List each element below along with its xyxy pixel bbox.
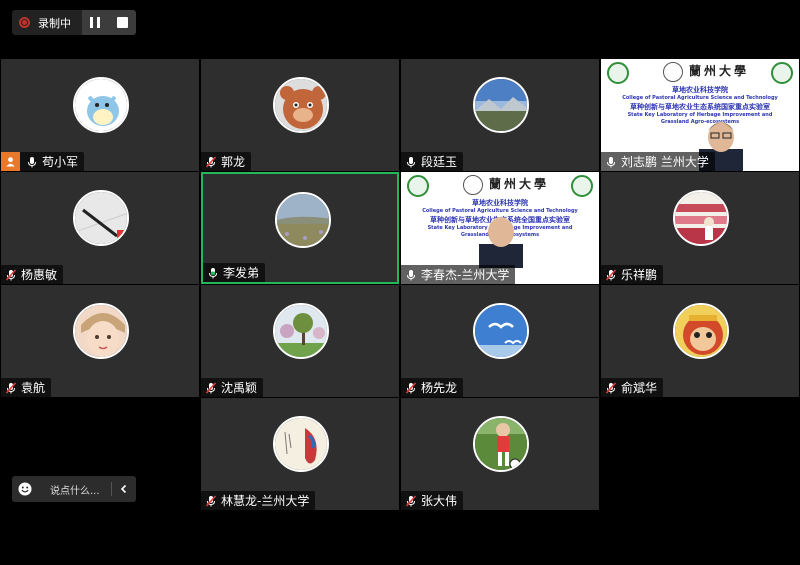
- pause-icon[interactable]: [90, 17, 101, 28]
- participant-name-tag: 张大伟: [401, 491, 464, 510]
- participant-name-tag: 段廷玉: [401, 152, 464, 171]
- participant-name-tag: 俞斌华: [601, 378, 664, 397]
- participant-name: 苟小军: [42, 155, 79, 169]
- participant-name: 俞斌华: [621, 381, 658, 395]
- emoji-icon[interactable]: [12, 482, 38, 496]
- mic-icon: [605, 156, 617, 168]
- avatar: [273, 416, 329, 472]
- mic-icon: [207, 267, 219, 279]
- participant-tile[interactable]: 沈禹颖: [201, 285, 399, 397]
- participant-name: 张大伟: [421, 494, 458, 508]
- university-seal-icon: [463, 175, 483, 195]
- record-icon: [19, 17, 30, 28]
- participant-name-tag: 袁航: [1, 378, 52, 397]
- recording-status: 录制中: [12, 10, 82, 35]
- college-cn: 草地农业科技学院: [672, 86, 728, 94]
- mic-icon: [26, 156, 38, 168]
- college-logo-icon: [407, 175, 429, 197]
- participant-name-tag: 杨惠敏: [1, 265, 64, 284]
- participant-name: 袁航: [21, 381, 46, 395]
- participant-tile[interactable]: 苟小军: [1, 59, 199, 171]
- mic-muted-icon: [605, 268, 617, 281]
- mic-icon: [405, 269, 417, 281]
- chat-input[interactable]: 说点什么...: [38, 482, 111, 497]
- participant-tile[interactable]: 张大伟: [401, 398, 599, 510]
- avatar: [473, 77, 529, 133]
- college-logo-icon: [607, 62, 629, 84]
- mic-muted-icon: [605, 381, 617, 394]
- recording-label: 录制中: [38, 16, 71, 30]
- avatar: [73, 77, 129, 133]
- participant-tile[interactable]: 杨惠敏: [1, 172, 199, 284]
- participant-name: 杨惠敏: [21, 268, 58, 282]
- participant-name-tag: 苟小军: [1, 152, 85, 171]
- participant-tile[interactable]: 俞斌华: [601, 285, 799, 397]
- participant-tile[interactable]: 郭龙: [201, 59, 399, 171]
- mic-icon: [405, 156, 417, 168]
- participant-tile[interactable]: 林慧龙-兰州大学: [201, 398, 399, 510]
- college-en: College of Pastoral Agriculture Science …: [622, 95, 778, 101]
- video-grid: 苟小军 郭龙 段廷玉 蘭州大學 草地农业科技学院 College of Past…: [0, 59, 800, 511]
- university-seal-icon: [663, 62, 683, 82]
- participant-name: 李春杰-兰州大学: [421, 268, 510, 282]
- participant-name: 郭龙: [221, 155, 246, 169]
- mic-muted-icon: [205, 155, 217, 168]
- mic-muted-icon: [205, 494, 217, 507]
- participant-tile[interactable]: 蘭州大學 草地农业科技学院 College of Pastoral Agricu…: [401, 172, 599, 284]
- participant-name: 李发弟: [223, 266, 260, 280]
- participant-name: 沈禹颖: [221, 381, 258, 395]
- mic-muted-icon: [5, 268, 17, 281]
- recording-controls: [82, 10, 136, 35]
- participant-name-tag: 郭龙: [201, 152, 252, 171]
- avatar: [673, 190, 729, 246]
- participant-name: 乐祥鹏: [621, 268, 658, 282]
- mic-muted-icon: [405, 494, 417, 507]
- mic-muted-icon: [205, 381, 217, 394]
- participant-name-tag: 杨先龙: [401, 378, 464, 397]
- lab-cn: 草种创新与草地农业生态系统国家重点实验室: [630, 103, 770, 111]
- participant-name-tag: 乐祥鹏: [601, 265, 664, 284]
- mic-muted-icon: [405, 381, 417, 394]
- lab-logo-icon: [771, 62, 793, 84]
- participant-name-tag: 林慧龙-兰州大学: [201, 491, 316, 510]
- avatar: [275, 192, 331, 248]
- participant-tile[interactable]: 蘭州大學 草地农业科技学院 College of Pastoral Agricu…: [601, 59, 799, 171]
- participant-tile[interactable]: 李发弟: [201, 172, 399, 284]
- avatar: [73, 190, 129, 246]
- participant-name-tag: 李春杰-兰州大学: [401, 265, 516, 284]
- avatar: [273, 303, 329, 359]
- chat-bar[interactable]: 说点什么...: [12, 476, 136, 502]
- avatar: [473, 416, 529, 472]
- stop-icon[interactable]: [116, 17, 128, 28]
- college-cn: 草地农业科技学院: [472, 199, 528, 207]
- participant-name-tag: 李发弟: [203, 263, 266, 282]
- participant-name: 段廷玉: [421, 155, 458, 169]
- avatar: [673, 303, 729, 359]
- host-icon: [1, 152, 20, 171]
- participant-name: 杨先龙: [421, 381, 458, 395]
- mic-muted-icon: [5, 381, 17, 394]
- chevron-left-icon[interactable]: [112, 484, 136, 494]
- participant-name-tag: 刘志鹏 兰州大学: [601, 152, 715, 171]
- lab-logo-icon: [571, 175, 593, 197]
- presenter-video: [479, 217, 523, 268]
- participant-tile[interactable]: 段廷玉: [401, 59, 599, 171]
- participant-tile[interactable]: 乐祥鹏: [601, 172, 799, 284]
- recording-bar: 录制中: [12, 10, 136, 35]
- participant-tile[interactable]: 杨先龙: [401, 285, 599, 397]
- participant-name: 林慧龙-兰州大学: [221, 494, 310, 508]
- avatar: [473, 303, 529, 359]
- university-name: 蘭州大學: [689, 64, 750, 78]
- participant-name: 刘志鹏 兰州大学: [621, 155, 709, 169]
- participant-name-tag: 沈禹颖: [201, 378, 264, 397]
- avatar: [73, 303, 129, 359]
- university-name: 蘭州大學: [489, 177, 550, 191]
- avatar: [273, 77, 329, 133]
- participant-tile[interactable]: 袁航: [1, 285, 199, 397]
